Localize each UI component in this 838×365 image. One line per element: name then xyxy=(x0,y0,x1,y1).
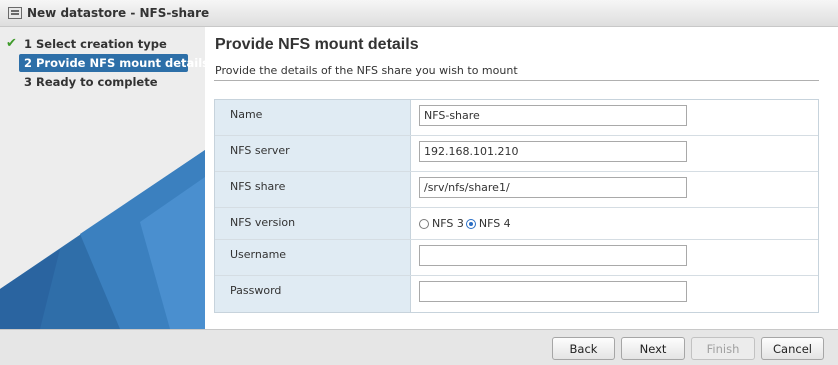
password-label: Password xyxy=(215,276,411,312)
nfs-mount-form: Name NFS-share NFS server 192.168.101.21… xyxy=(214,99,819,313)
nfs4-radio-label[interactable]: NFS 4 xyxy=(479,217,511,230)
nfs3-radio-label[interactable]: NFS 3 xyxy=(432,217,464,230)
wizard-step-ready-to-complete[interactable]: 3 Ready to complete xyxy=(19,73,164,91)
name-label: Name xyxy=(215,100,411,135)
wizard-step-label: 1 Select creation type xyxy=(24,37,167,51)
username-input[interactable] xyxy=(419,245,687,266)
nfs-share-input[interactable]: /srv/nfs/share1/ xyxy=(419,177,687,198)
form-row-nfs-share: NFS share /srv/nfs/share1/ xyxy=(215,172,818,208)
finish-button[interactable]: Finish xyxy=(691,337,755,360)
wizard-footer: Back Next Finish Cancel xyxy=(0,329,838,365)
next-button[interactable]: Next xyxy=(621,337,685,360)
window-title: New datastore - NFS-share xyxy=(27,6,210,20)
datastore-icon xyxy=(8,7,22,19)
divider xyxy=(214,80,819,81)
main-content: Provide NFS mount details Provide the de… xyxy=(205,27,838,329)
name-input[interactable]: NFS-share xyxy=(419,105,687,126)
nfs-server-input[interactable]: 192.168.101.210 xyxy=(419,141,687,162)
page-title: Provide NFS mount details xyxy=(215,36,419,53)
title-bar: New datastore - NFS-share xyxy=(0,0,838,27)
cancel-button[interactable]: Cancel xyxy=(761,337,824,360)
form-row-nfs-version: NFS version NFS 3 NFS 4 xyxy=(215,208,818,240)
wizard-nav: ✔ 1 Select creation type 2 Provide NFS m… xyxy=(0,27,205,329)
nfs-version-label: NFS version xyxy=(215,208,411,239)
nfs3-radio[interactable] xyxy=(419,218,429,229)
nfs-version-radio-group: NFS 3 NFS 4 xyxy=(419,217,513,230)
username-label: Username xyxy=(215,240,411,275)
nfs-server-label: NFS server xyxy=(215,136,411,171)
form-row-nfs-server: NFS server 192.168.101.210 xyxy=(215,136,818,172)
nfs4-radio[interactable] xyxy=(465,218,476,229)
form-row-password: Password xyxy=(215,276,818,312)
wizard-step-nfs-mount-details[interactable]: 2 Provide NFS mount details xyxy=(19,54,205,72)
wizard-step-label: 2 Provide NFS mount details xyxy=(24,56,205,70)
wizard-step-select-creation-type[interactable]: 1 Select creation type xyxy=(19,35,173,53)
form-row-name: Name NFS-share xyxy=(215,100,818,136)
page-subtitle: Provide the details of the NFS share you… xyxy=(215,64,518,77)
nfs-share-label: NFS share xyxy=(215,172,411,207)
check-icon: ✔ xyxy=(6,36,17,51)
form-row-username: Username xyxy=(215,240,818,276)
back-button[interactable]: Back xyxy=(552,337,615,360)
password-input[interactable] xyxy=(419,281,687,302)
wizard-step-label: 3 Ready to complete xyxy=(24,75,158,89)
